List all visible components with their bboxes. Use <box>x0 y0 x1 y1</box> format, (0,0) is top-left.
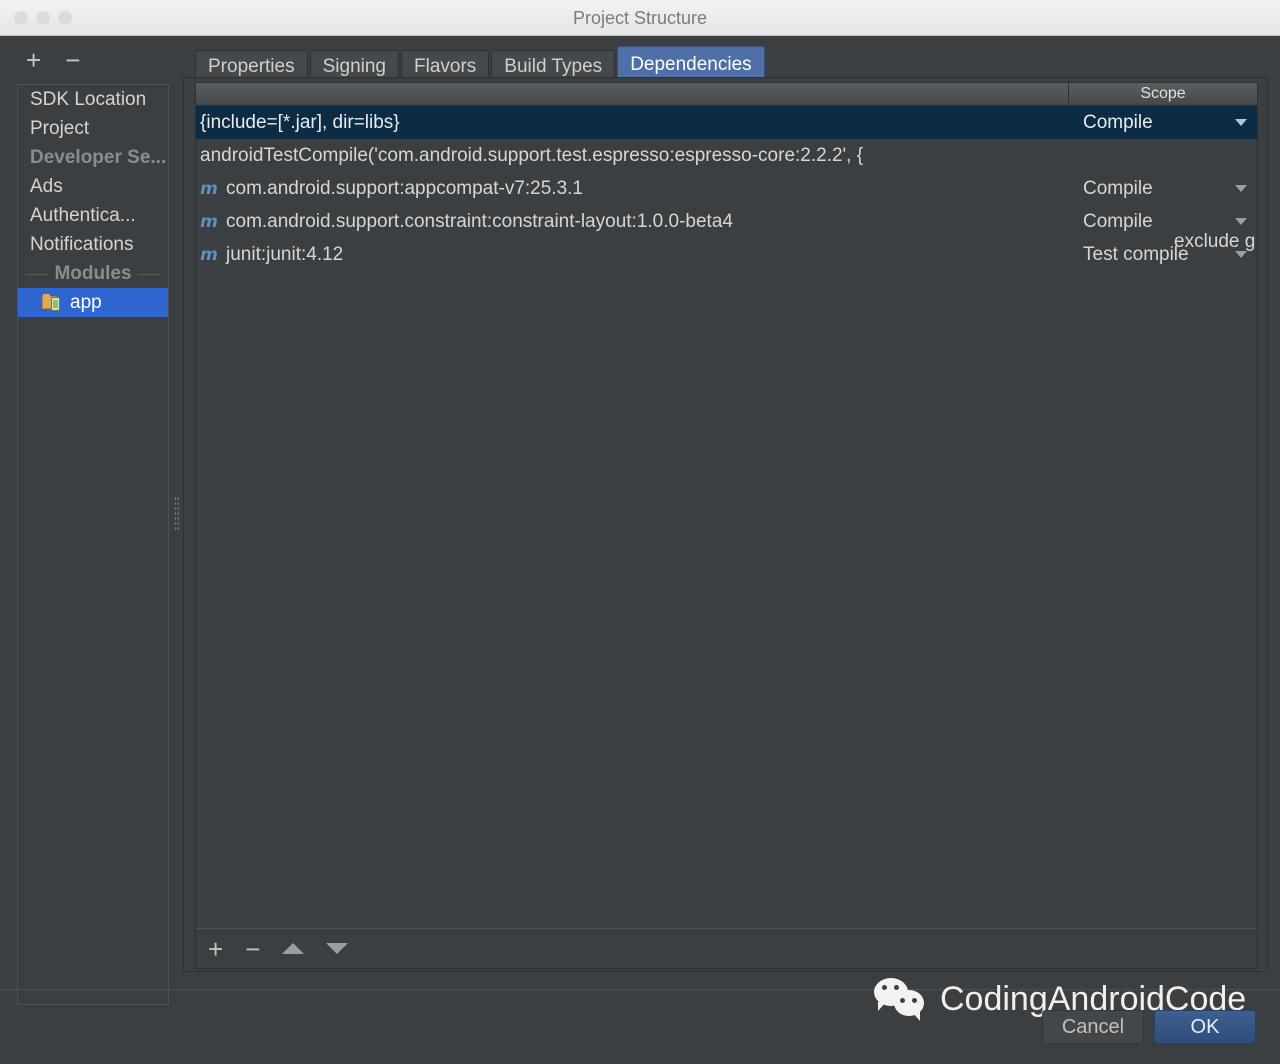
move-up-arrow-icon[interactable] <box>282 943 305 954</box>
scope-dropdown[interactable]: Compile <box>1069 178 1257 200</box>
sidebar-item-authentication[interactable]: Authentica... <box>18 201 168 230</box>
dependency-name-cell: m com.android.support.constraint:constra… <box>196 211 1069 233</box>
remove-module-button[interactable]: − <box>65 47 80 73</box>
dependency-overflow-text: exclude g <box>1174 231 1256 252</box>
dependency-name-cell: m junit:junit:4.12 <box>196 244 1069 266</box>
sidebar-item-notifications[interactable]: Notifications <box>18 230 168 259</box>
scope-dropdown[interactable]: Compile <box>1069 211 1257 233</box>
wechat-icon <box>874 978 930 1021</box>
scope-value-label: Compile <box>1083 111 1153 133</box>
dependency-name-cell: androidTestCompile('com.android.support.… <box>196 145 1069 167</box>
dependency-name-cell: {include=[*.jar], dir=libs} <box>196 112 1069 134</box>
maven-library-icon: m <box>200 178 218 199</box>
table-header-name-column[interactable] <box>196 83 1069 105</box>
dependency-name-label: {include=[*.jar], dir=libs} <box>200 111 400 133</box>
sidebar: + − SDK Location Project Developer Se...… <box>0 36 176 1064</box>
dependency-name-label: com.android.support:appcompat-v7:25.3.1 <box>226 177 583 199</box>
sidebar-item-sdk-location[interactable]: SDK Location <box>18 85 168 114</box>
table-row[interactable]: m junit:junit:4.12 Test compile <box>196 238 1257 271</box>
remove-dependency-button[interactable]: − <box>245 936 260 962</box>
sidebar-nav-list: SDK Location Project Developer Se... Ads… <box>17 84 169 1005</box>
sidebar-group-modules: Modules <box>18 259 168 288</box>
scope-dropdown[interactable]: Compile <box>1069 112 1257 134</box>
pane-splitter[interactable] <box>171 36 183 1064</box>
table-row[interactable]: {include=[*.jar], dir=libs} Compile <box>196 106 1257 139</box>
chevron-down-icon[interactable] <box>1235 119 1247 126</box>
splitter-grip-icon[interactable] <box>174 496 179 530</box>
sidebar-toolbar: + − <box>26 47 80 73</box>
maven-library-icon: m <box>200 211 218 232</box>
project-structure-window: Project Structure + − SDK Location Proje… <box>0 0 1280 1064</box>
chevron-down-icon[interactable] <box>1235 185 1247 192</box>
table-row[interactable]: m com.android.support.constraint:constra… <box>196 205 1257 238</box>
move-down-arrow-icon[interactable] <box>326 943 349 954</box>
sidebar-item-ads[interactable]: Ads <box>18 172 168 201</box>
add-module-button[interactable]: + <box>26 47 41 73</box>
dependency-name-label: com.android.support.constraint:constrain… <box>226 210 733 232</box>
dependencies-panel: Scope {include=[*.jar], dir=libs} Compil… <box>183 77 1268 972</box>
table-body: {include=[*.jar], dir=libs} Compile andr… <box>196 106 1257 928</box>
scope-value-label: Compile <box>1083 210 1153 232</box>
ok-button[interactable]: OK <box>1154 1010 1256 1044</box>
sidebar-item-app-label: app <box>70 292 102 313</box>
dependency-name-cell: m com.android.support:appcompat-v7:25.3.… <box>196 178 1069 200</box>
title-bar: Project Structure <box>0 0 1280 36</box>
dependency-name-label: junit:junit:4.12 <box>226 243 344 265</box>
add-dependency-button[interactable]: + <box>208 936 223 962</box>
scope-value-label: Test compile <box>1083 243 1189 265</box>
cancel-button[interactable]: Cancel <box>1042 1010 1144 1044</box>
dependencies-table-container: Scope {include=[*.jar], dir=libs} Compil… <box>195 82 1258 969</box>
window-title: Project Structure <box>572 8 708 28</box>
android-module-icon <box>42 294 62 311</box>
main-content: Properties Signing Flavors Build Types D… <box>183 36 1280 1064</box>
table-row[interactable]: androidTestCompile('com.android.support.… <box>196 139 1257 253</box>
sidebar-group-developer-services: Developer Se... <box>30 147 167 168</box>
table-row[interactable]: m com.android.support:appcompat-v7:25.3.… <box>196 172 1257 205</box>
table-header-scope-column[interactable]: Scope <box>1069 83 1257 105</box>
chevron-down-icon[interactable] <box>1235 218 1247 225</box>
sidebar-item-app-row: app <box>30 288 168 317</box>
table-header: Scope <box>196 83 1257 106</box>
sidebar-item-app[interactable]: app <box>18 288 168 317</box>
sidebar-item-project[interactable]: Project <box>18 114 168 143</box>
maven-library-icon: m <box>200 244 218 265</box>
dependencies-toolbar: + − <box>196 928 1257 968</box>
scope-value-label: Compile <box>1083 177 1153 199</box>
dependency-name-label: androidTestCompile('com.android.support.… <box>200 144 864 166</box>
